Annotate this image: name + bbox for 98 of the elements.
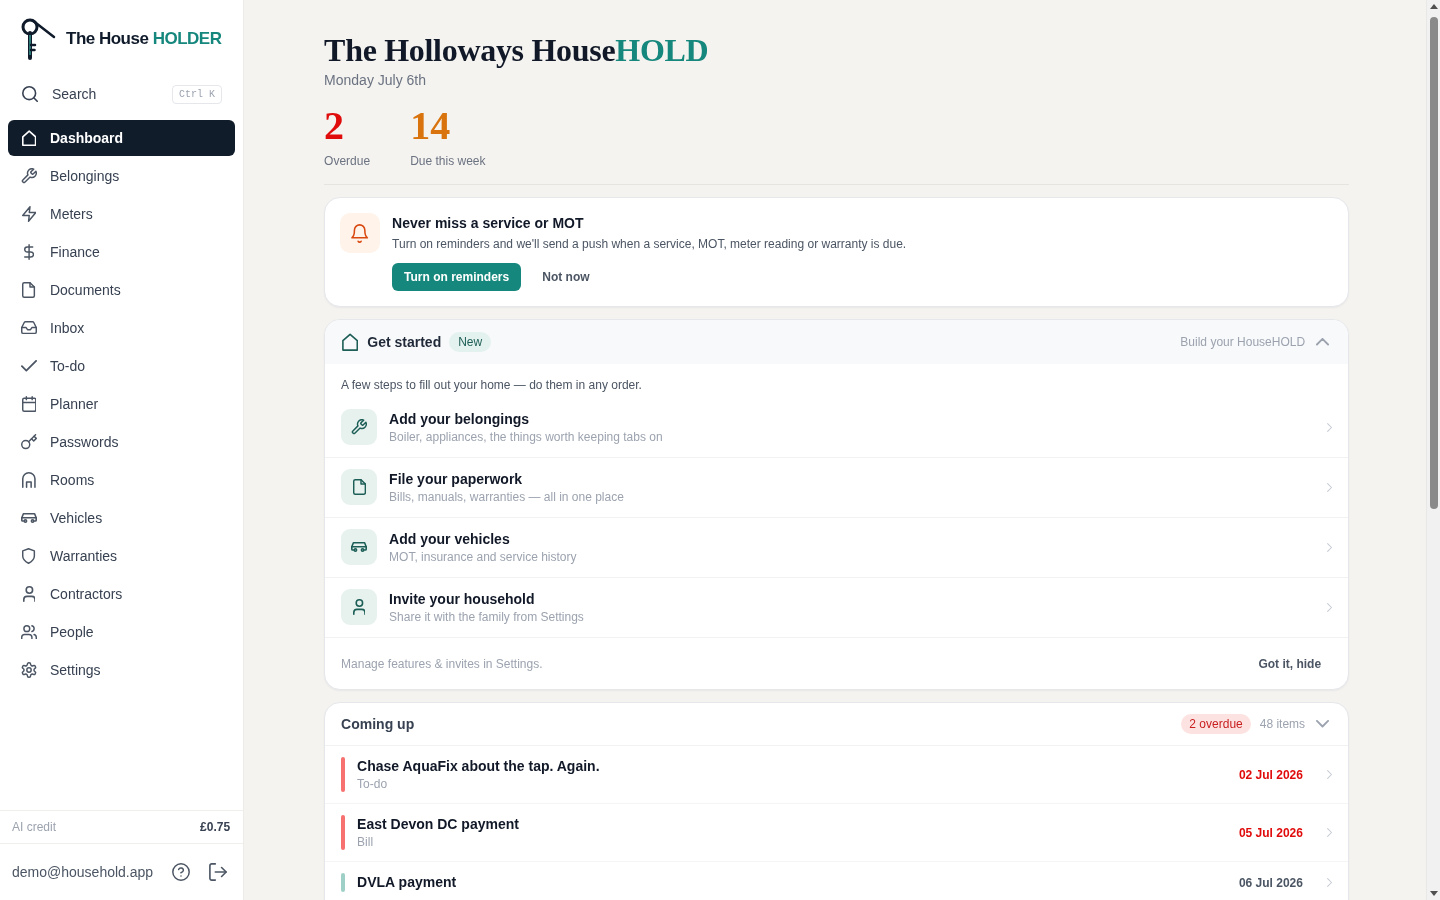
car-icon [341, 529, 378, 565]
chevron-right-icon [1326, 542, 1333, 552]
card-title: Get started [367, 334, 442, 350]
task-category: Bill [357, 834, 374, 850]
step-item[interactable]: Add your belongings Boiler, appliances, the things worth keeping tabs on [325, 398, 1349, 458]
chevron-right-icon [1326, 770, 1333, 779]
search-button[interactable]: Search [22, 76, 97, 112]
primary-button[interactable]: Turn on reminders [392, 263, 522, 291]
step-description: MOT, insurance and service history [389, 549, 577, 565]
keyboard-shortcut: Ctrl K [172, 84, 223, 104]
lightning-icon [21, 206, 37, 222]
due-date: 05 Jul 2026 [1238, 825, 1303, 840]
scrollbar-thumb[interactable] [1429, 17, 1438, 509]
nav-item[interactable]: Passwords [8, 424, 236, 460]
nav-item[interactable]: Meters [8, 196, 236, 232]
nav-item[interactable]: Documents [8, 272, 236, 308]
account-email: demo@household.app [12, 864, 154, 880]
step-description: Bills, manuals, warranties — all in one place [389, 489, 624, 505]
step-description: Boiler, appliances, the things worth keeping tabs on [389, 429, 663, 445]
car-icon [21, 512, 37, 524]
key-logo-icon [20, 18, 56, 60]
check-icon [21, 360, 37, 372]
nav-item[interactable]: To-do [8, 348, 236, 384]
settings-icon [21, 662, 37, 678]
scroll-down-icon[interactable] [1429, 891, 1438, 896]
card-title: Coming up [341, 716, 415, 732]
stat-number: 14 [410, 104, 451, 148]
task-row[interactable]: East Devon DC payment Bill 05 Jul 2026 [325, 804, 1349, 862]
nav-item[interactable]: People [8, 614, 236, 650]
nav-item[interactable]: Settings [8, 652, 236, 688]
hide-button[interactable]: Got it, hide [1246, 650, 1334, 677]
calendar-icon [21, 396, 37, 412]
intro-text: A few steps to fill out your home — do them in any order. [341, 377, 642, 393]
step-title: Invite your household [389, 590, 535, 609]
task-title: DVLA payment [357, 873, 457, 892]
text-button[interactable]: Not now [542, 269, 590, 285]
credit-label: AI credit [12, 820, 56, 834]
nav-item[interactable]: Warranties [8, 538, 236, 574]
nav-item[interactable]: Contractors [8, 576, 236, 612]
stat-label: Due this week [410, 153, 486, 169]
nav-item[interactable]: Planner [8, 386, 236, 422]
nav-item[interactable]: Belongings [8, 158, 236, 194]
wrench-icon [341, 409, 378, 445]
chevron-right-icon [1326, 602, 1333, 612]
shield-icon [22, 548, 36, 564]
overdue-badge: 2 overdue [1181, 714, 1251, 734]
step-item[interactable]: Add your vehicles MOT, insurance and service history [325, 518, 1349, 578]
step-item[interactable]: File your paperwork Bills, manuals, warranties — all in one place [325, 458, 1349, 518]
task-category: To-do [357, 776, 388, 792]
document-icon [22, 282, 36, 298]
home-icon [21, 130, 37, 146]
person-icon [341, 589, 378, 625]
key-icon [21, 434, 37, 450]
reminder-text: Turn on reminders and we'll send a push when a service, MOT, meter reading or warranty is due. [392, 236, 907, 252]
task-row[interactable]: Chase AquaFix about the tap. Again. To-do 02 Jul 2026 [325, 746, 1349, 804]
house-icon [22, 472, 36, 488]
logout-icon[interactable] [209, 863, 228, 881]
page-title: The Holloways HouseHOLD [324, 31, 709, 70]
bell-icon [340, 213, 381, 253]
home-icon [342, 333, 359, 351]
person-icon [22, 586, 36, 602]
page-date: Monday July 6th [324, 71, 427, 90]
chevron-right-icon [1326, 422, 1333, 432]
nav-item[interactable]: Vehicles [8, 500, 236, 536]
chevron-right-icon [1326, 482, 1333, 492]
step-description: Share it with the family from Settings [389, 609, 584, 625]
stat-number: 2 [324, 104, 345, 148]
search-icon [22, 86, 38, 102]
task-row[interactable]: DVLA payment 06 Jul 2026 [325, 862, 1349, 900]
help-icon[interactable] [172, 863, 191, 881]
inbox-icon [21, 321, 37, 335]
step-title: Add your vehicles [389, 530, 510, 549]
nav-item[interactable]: Dashboard [8, 120, 236, 156]
step-title: Add your belongings [389, 410, 530, 429]
task-title: East Devon DC payment [357, 815, 519, 834]
credit-value: £0.75 [200, 820, 231, 834]
wrench-icon [21, 168, 37, 184]
reminder-title: Never miss a service or MOT [392, 214, 584, 233]
item-count: 48 items [1259, 717, 1306, 731]
nav-item[interactable]: Finance [8, 234, 236, 270]
footer-text: Manage features & invites in Settings. [341, 656, 543, 671]
document-icon [341, 469, 378, 505]
dollar-icon [23, 244, 35, 260]
section-hint: Build your HouseHOLD [1180, 335, 1306, 349]
task-title: Chase AquaFix about the tap. Again. [357, 757, 600, 776]
due-date: 06 Jul 2026 [1238, 875, 1303, 890]
logo-text: The House HOLDER [66, 28, 222, 50]
nav-item[interactable]: Inbox [8, 310, 236, 346]
stat-label: Overdue [324, 153, 371, 169]
chevron-right-icon [1326, 828, 1333, 837]
people-icon [21, 624, 37, 640]
chevron-right-icon [1326, 878, 1333, 887]
step-item[interactable]: Invite your household Share it with the family from Settings [325, 578, 1349, 638]
due-date: 02 Jul 2026 [1238, 767, 1303, 782]
scroll-up-icon[interactable] [1429, 4, 1438, 9]
nav-item[interactable]: Rooms [8, 462, 236, 498]
step-title: File your paperwork [389, 470, 523, 489]
new-badge: New [449, 332, 492, 352]
